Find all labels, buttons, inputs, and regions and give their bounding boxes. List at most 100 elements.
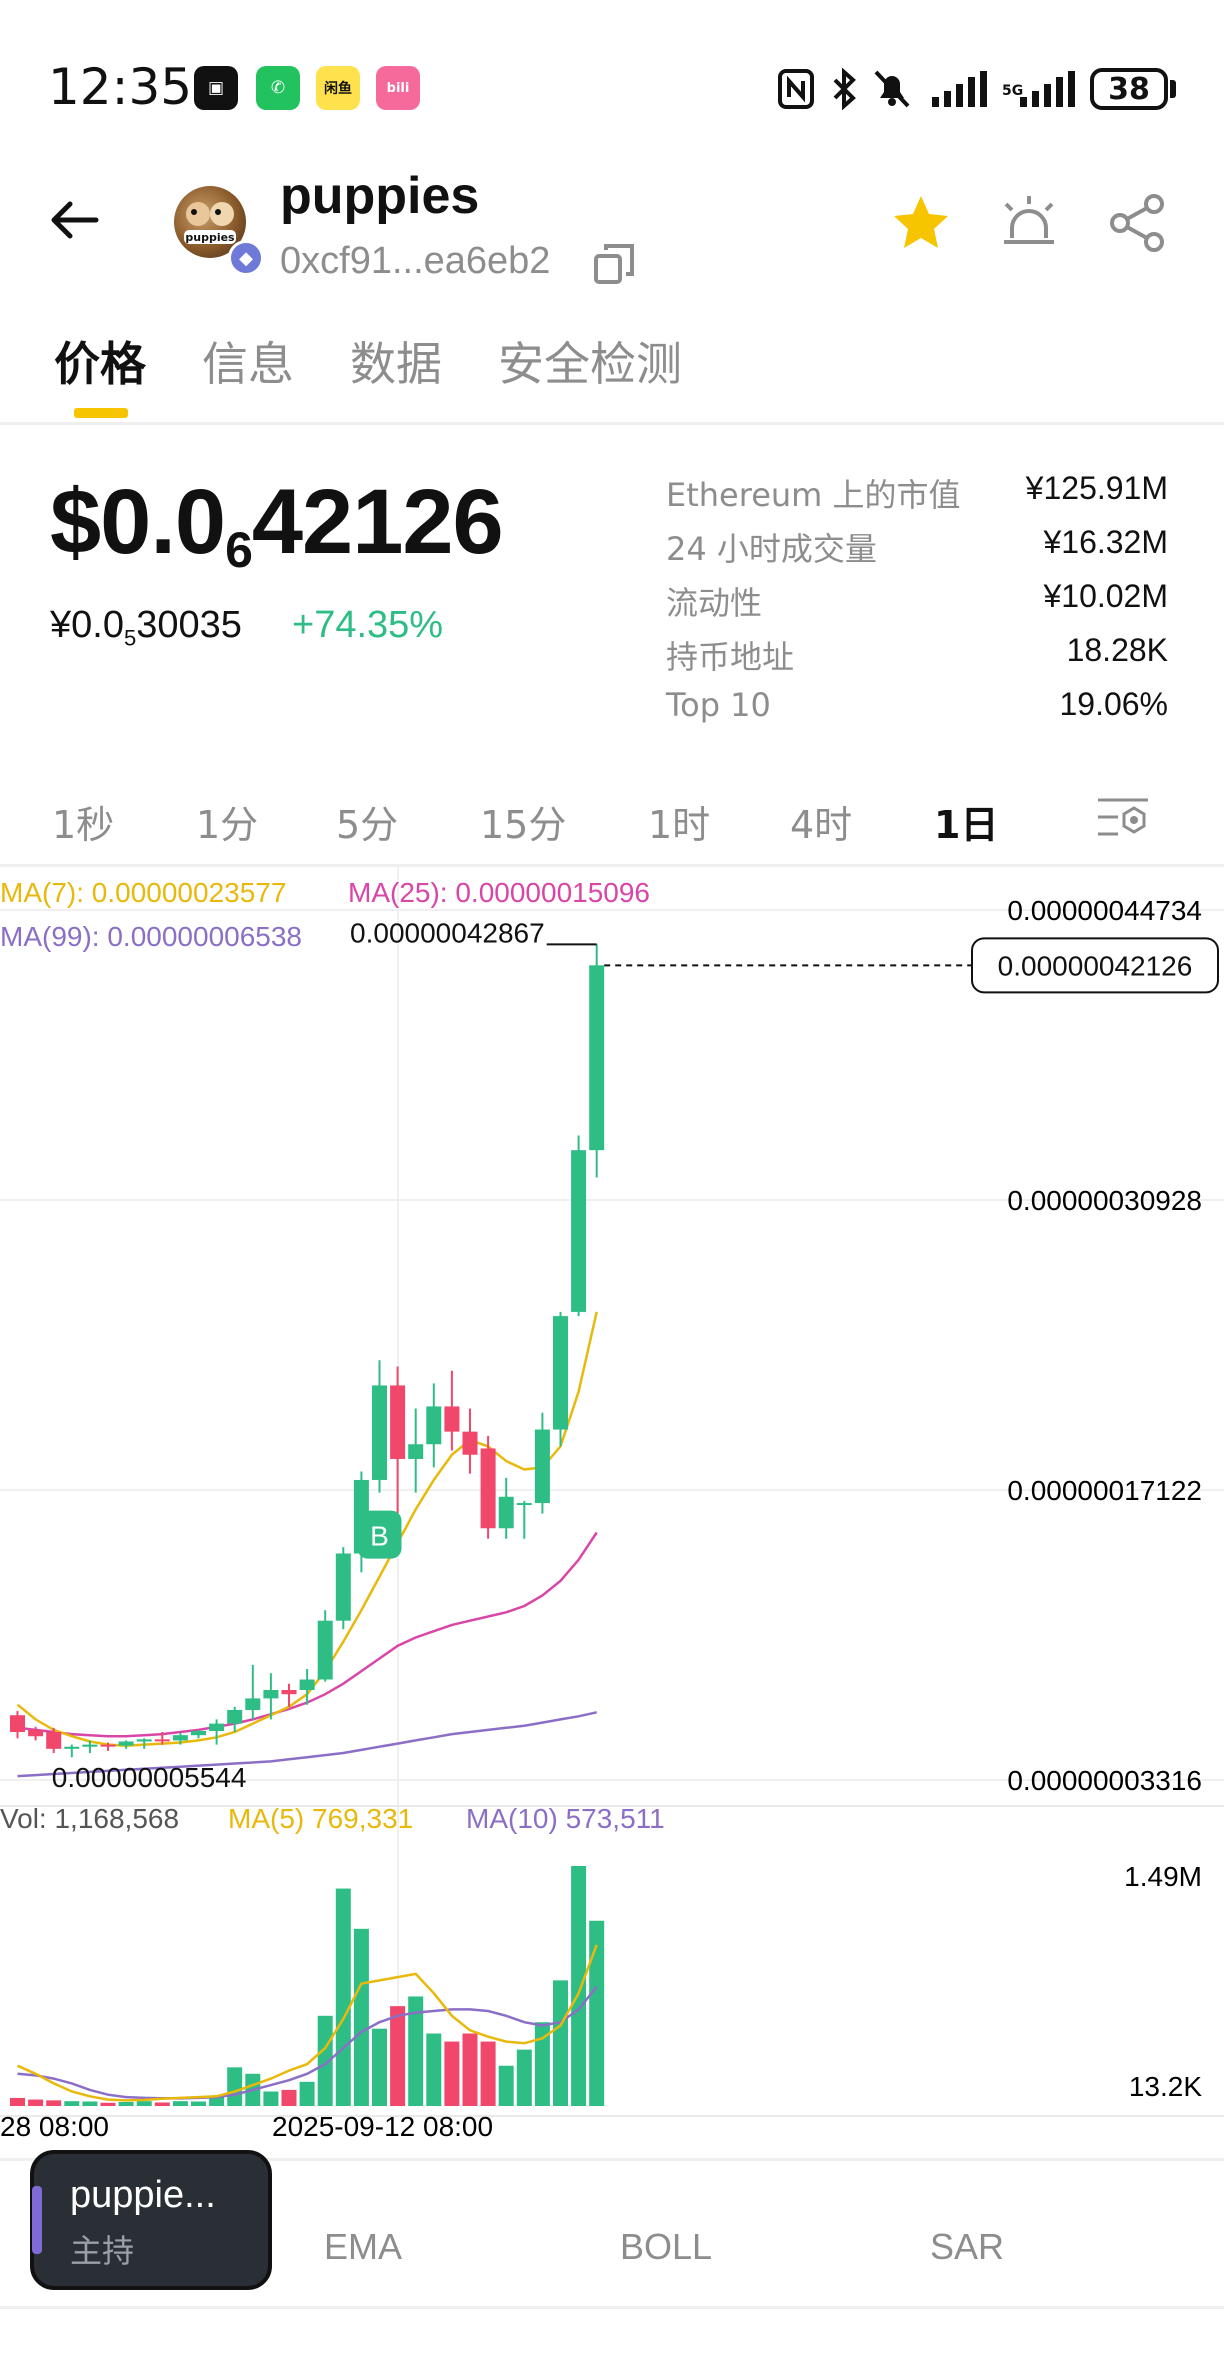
token-name: puppies — [280, 167, 480, 225]
mute-icon — [870, 64, 914, 114]
candle[interactable] — [10, 1711, 25, 1739]
back-button[interactable] — [44, 190, 104, 250]
volume-bar — [516, 2049, 532, 2106]
volume-bar — [227, 2067, 243, 2106]
candle[interactable] — [589, 944, 605, 1178]
floating-live-card[interactable] — [30, 2150, 272, 2290]
tab-data[interactable]: 数据 — [350, 328, 442, 394]
buy-marker-label: B — [370, 1521, 389, 1552]
y-tick: 0.00000017122 — [1007, 1475, 1202, 1506]
volume-bar — [28, 2099, 44, 2106]
stat-value-liquidity: ¥10.02M — [1043, 578, 1168, 614]
indicator-ema[interactable]: EMA — [324, 2226, 402, 2268]
interval-4h[interactable]: 4时 — [790, 794, 852, 849]
volume-bar — [498, 2065, 514, 2106]
volume-bar — [64, 2101, 80, 2106]
candle[interactable] — [245, 1664, 261, 1720]
candle[interactable] — [571, 1135, 587, 1317]
volume-bar — [10, 2097, 25, 2106]
volume-bar — [372, 2028, 387, 2106]
xianyu-app-icon: 闲鱼 — [316, 66, 360, 110]
x-tick: 28 08:00 — [0, 2111, 109, 2142]
current-price-marker: 0.00000042126 — [604, 937, 1219, 994]
volume-bar — [335, 1888, 351, 2106]
ma-lines — [16, 1311, 598, 1778]
stat-label-liquidity: 流动性 — [666, 584, 763, 622]
volume-bar — [571, 1866, 587, 2106]
chart-settings-icon[interactable] — [1096, 792, 1150, 842]
y-tick: 0.00000044734 — [1007, 895, 1202, 926]
candle[interactable] — [335, 1547, 351, 1630]
candle[interactable] — [408, 1408, 424, 1493]
interval-5m[interactable]: 5分 — [336, 794, 398, 849]
interval-1d[interactable]: 1日 — [934, 794, 998, 849]
candle[interactable] — [498, 1477, 514, 1539]
candle[interactable] — [191, 1729, 206, 1739]
tab-price[interactable]: 价格 — [54, 328, 146, 394]
volume-bar — [191, 2101, 206, 2106]
interval-1m[interactable]: 1分 — [196, 794, 258, 849]
volume-bar — [353, 1928, 369, 2106]
ma99-label: MA(99): 0.00000006538 — [0, 921, 302, 952]
favorite-star-icon[interactable] — [890, 192, 952, 254]
price-chart[interactable]: MA(7): 0.00000023577 MA(25): 0.000000150… — [0, 866, 1224, 2166]
volume-bar — [172, 2101, 188, 2106]
wechat-app-icon: ✆ — [256, 66, 300, 110]
indicator-sar[interactable]: SAR — [930, 2226, 1004, 2268]
volume-bar — [100, 2102, 116, 2106]
volume-bars — [10, 1866, 605, 2106]
interval-1s[interactable]: 1秒 — [52, 794, 114, 849]
candle[interactable] — [534, 1412, 550, 1514]
current-price-label: 0.00000042126 — [998, 950, 1193, 981]
candle[interactable] — [390, 1366, 406, 1518]
volume-bar — [480, 2041, 496, 2106]
volume-bar — [553, 1980, 568, 2106]
cny-zero-count: 5 — [123, 625, 137, 651]
share-icon[interactable] — [1108, 192, 1168, 254]
tab-security[interactable]: 安全检测 — [498, 328, 682, 394]
ma25-label: MA(25): 0.00000015096 — [348, 877, 650, 908]
battery-tip — [1170, 80, 1176, 98]
copy-icon[interactable] — [592, 242, 636, 286]
price-change: +74.35% — [292, 604, 444, 646]
nfc-icon — [776, 64, 816, 114]
indicator-boll[interactable]: BOLL — [620, 2226, 712, 2268]
candle[interactable] — [372, 1360, 387, 1493]
contract-address: 0xcf91...ea6eb2 — [280, 240, 551, 282]
volume-bar — [299, 2081, 315, 2106]
candle[interactable] — [553, 1311, 568, 1447]
ethereum-icon: ◆ — [228, 240, 264, 276]
candle[interactable] — [444, 1370, 460, 1451]
floating-card-subtitle: 主持 — [70, 2232, 135, 2270]
candle[interactable] — [317, 1610, 333, 1682]
interval-15m[interactable]: 15分 — [480, 794, 566, 849]
live-indicator-bar — [32, 2186, 42, 2254]
price-alert-icon[interactable] — [1000, 192, 1058, 254]
volume-tick: 1.49M — [1124, 1861, 1202, 1892]
candle[interactable] — [426, 1383, 442, 1468]
floating-card-title: puppie... — [70, 2174, 216, 2216]
candle[interactable] — [516, 1500, 532, 1539]
volume-ma10-label: MA(10) 573,511 — [466, 1803, 665, 1834]
candle[interactable] — [462, 1408, 478, 1474]
tab-info[interactable]: 信息 — [202, 328, 294, 394]
bluetooth-icon — [826, 64, 862, 114]
volume-bar — [589, 1920, 605, 2106]
candles — [10, 944, 605, 1758]
interval-1h[interactable]: 1时 — [648, 794, 710, 849]
stat-value-volume: ¥16.32M — [1043, 524, 1168, 560]
buy-marker[interactable]: B — [357, 1510, 402, 1559]
ma7-label: MA(7): 0.00000023577 — [0, 877, 286, 908]
volume-label: Vol: 1,168,568 — [0, 1803, 179, 1834]
svg-text:5G: 5G — [1002, 83, 1023, 99]
volume-ma5-label: MA(5) 769,331 — [228, 1803, 413, 1834]
price-cny: ¥0.0530035 — [50, 604, 242, 651]
candle[interactable] — [209, 1719, 225, 1745]
volume-bar — [82, 2101, 98, 2106]
candle[interactable] — [480, 1435, 496, 1539]
candle[interactable] — [118, 1740, 134, 1749]
candle[interactable] — [64, 1744, 80, 1758]
active-tab-indicator — [74, 408, 128, 418]
stat-label-volume: 24 小时成交量 — [666, 530, 877, 568]
high-marker: 0.00000042867 — [350, 917, 597, 948]
